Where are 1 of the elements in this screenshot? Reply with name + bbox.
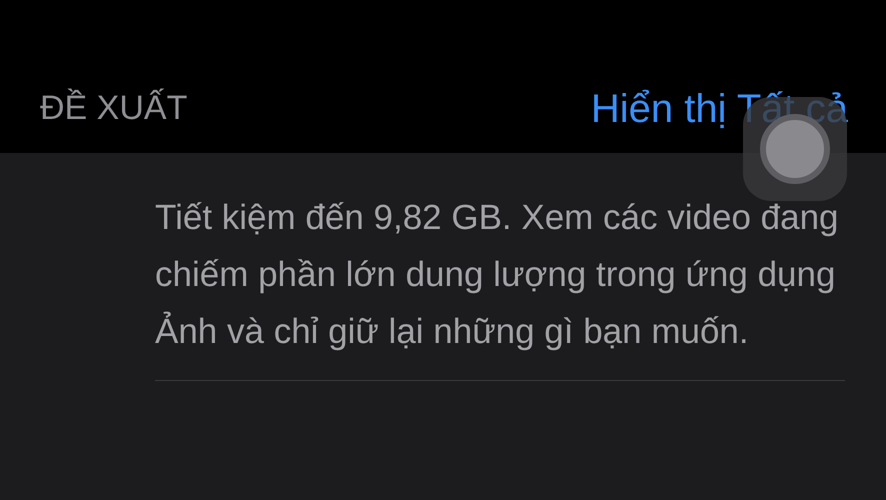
section-header: ĐỀ XUẤT [40,91,188,125]
